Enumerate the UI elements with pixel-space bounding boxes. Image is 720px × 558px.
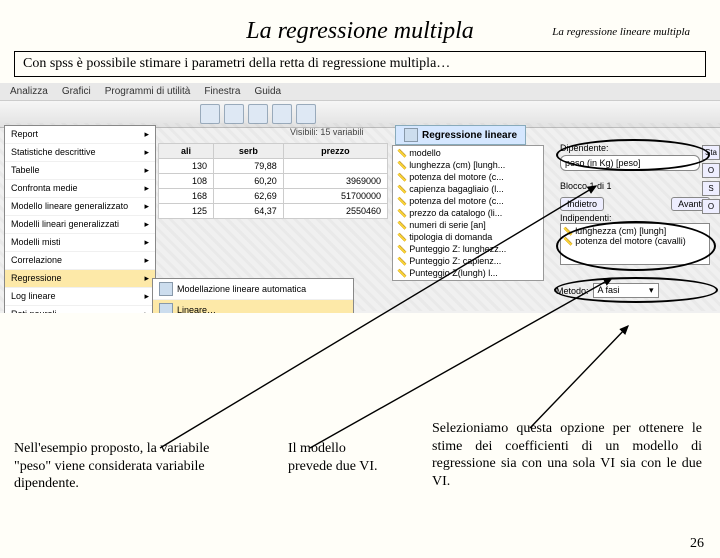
toolbar-icon[interactable] (296, 104, 316, 124)
indep-item: lunghezza (cm) [lungh] (563, 226, 707, 236)
menu-row[interactable]: Modelli lineari generalizzati▸ (5, 216, 155, 234)
var-item[interactable]: Punteggio Z: lunghezz... (394, 243, 542, 255)
var-item[interactable]: modello (394, 147, 542, 159)
submenu-row-selected[interactable]: Lineare… (153, 300, 353, 313)
menu-row[interactable]: Modelli misti▸ (5, 234, 155, 252)
menu-item[interactable]: Programmi di utilità (105, 86, 191, 97)
menu-row[interactable]: Report▸ (5, 126, 155, 144)
cell: 168 (159, 189, 214, 204)
toolbar-icon[interactable] (248, 104, 268, 124)
cell: 60,20 (214, 174, 284, 189)
block-label: Blocco 1 di 1 (560, 181, 612, 191)
spss-screenshot: Analizza Grafici Programmi di utilità Fi… (0, 83, 720, 313)
method-select[interactable]: A fasi▾ (593, 283, 659, 298)
method-row: Metodo: A fasi▾ (556, 283, 712, 298)
regression-icon (404, 128, 418, 142)
analyze-menu[interactable]: Report▸ Statistiche descrittive▸ Tabelle… (4, 125, 156, 313)
corner-header: La regressione lineare multipla (552, 26, 690, 38)
var-item[interactable]: lunghezza (cm) [lungh... (394, 159, 542, 171)
var-item[interactable]: capienza bagagliaio (l... (394, 183, 542, 195)
side-buttons: Sta O S O (702, 145, 720, 214)
menubar: Analizza Grafici Programmi di utilità Fi… (0, 83, 720, 101)
cell: 108 (159, 174, 214, 189)
col-header: serb (214, 144, 284, 159)
var-item[interactable]: potenza del motore (c... (394, 195, 542, 207)
menu-row[interactable]: Reti neurali▸ (5, 306, 155, 313)
var-item[interactable]: potenza del motore (c... (394, 171, 542, 183)
menu-row-selected[interactable]: Regressione▸ (5, 270, 155, 288)
regression-submenu[interactable]: Modellazione lineare automatica Lineare…… (152, 278, 354, 313)
cell: 2550460 (283, 204, 387, 219)
opts2-button[interactable]: O (702, 199, 720, 214)
col-header: prezzo (283, 144, 387, 159)
toolbar (0, 101, 720, 128)
visibility-label: Visibili: 15 variabili (290, 127, 363, 137)
note-mid: Il modello prevede due VI. (288, 440, 388, 475)
chart-icon (159, 303, 173, 313)
menu-item[interactable]: Finestra (204, 86, 240, 97)
independent-box: Indipendenti: lunghezza (cm) [lungh] pot… (560, 213, 710, 265)
cell: 3969000 (283, 174, 387, 189)
opts-button[interactable]: O (702, 163, 720, 178)
intro-box: Con spss è possibile stimare i parametri… (14, 51, 706, 77)
menu-item[interactable]: Analizza (10, 86, 48, 97)
dependent-box: Dipendente: peso (in Kg) [peso] (560, 143, 700, 171)
cell: 125 (159, 204, 214, 219)
col-header: ali (159, 144, 214, 159)
menu-item[interactable]: Guida (254, 86, 281, 97)
var-item[interactable]: prezzo da catalogo (li... (394, 207, 542, 219)
dependent-label: Dipendente: (560, 143, 700, 153)
menu-row[interactable]: Confronta medie▸ (5, 180, 155, 198)
note-right: Selezioniamo questa opzione per ottenere… (432, 420, 702, 490)
var-item[interactable]: Punteggio Z: capienz... (394, 255, 542, 267)
indep-item: potenza del motore (cavalli) (563, 236, 707, 246)
independent-label: Indipendenti: (560, 213, 710, 223)
toolbar-icon[interactable] (272, 104, 292, 124)
method-label: Metodo: (556, 286, 589, 296)
data-grid: ali serb prezzo 13079,88 10860,203969000… (158, 143, 388, 219)
menu-row[interactable]: Statistiche descrittive▸ (5, 144, 155, 162)
toolbar-icon[interactable] (224, 104, 244, 124)
dialog-title: Regressione lineare (395, 125, 526, 145)
stats-button[interactable]: Sta (702, 145, 720, 160)
variables-list[interactable]: modello lunghezza (cm) [lungh... potenza… (392, 145, 544, 281)
cell: 130 (159, 159, 214, 174)
independent-field[interactable]: lunghezza (cm) [lungh] potenza del motor… (560, 223, 710, 265)
chevron-down-icon: ▾ (649, 285, 654, 296)
save-button[interactable]: S (702, 181, 720, 196)
page-number: 26 (690, 536, 704, 552)
chart-icon (159, 282, 173, 296)
submenu-row[interactable]: Modellazione lineare automatica (153, 279, 353, 300)
var-item[interactable]: numeri di serie [an] (394, 219, 542, 231)
back-button[interactable]: Indietro (560, 197, 604, 211)
cell: 62,69 (214, 189, 284, 204)
menu-row[interactable]: Log lineare▸ (5, 288, 155, 306)
cell: 79,88 (214, 159, 284, 174)
cell: 51700000 (283, 189, 387, 204)
note-left: Nell'esempio proposto, la variabile "pes… (14, 440, 244, 493)
dependent-field[interactable]: peso (in Kg) [peso] (560, 155, 700, 171)
cell (283, 159, 387, 174)
menu-item[interactable]: Grafici (62, 86, 91, 97)
menu-row[interactable]: Tabelle▸ (5, 162, 155, 180)
block-row: Blocco 1 di 1 (560, 181, 710, 191)
toolbar-icon[interactable] (200, 104, 220, 124)
menu-row[interactable]: Correlazione▸ (5, 252, 155, 270)
cell: 64,37 (214, 204, 284, 219)
annotations: Nell'esempio proposto, la variabile "pes… (0, 344, 720, 554)
var-item[interactable]: Punteggio Z(lungh) l... (394, 267, 542, 279)
menu-row[interactable]: Modello lineare generalizzato▸ (5, 198, 155, 216)
var-item[interactable]: tipologia di domanda (394, 231, 542, 243)
